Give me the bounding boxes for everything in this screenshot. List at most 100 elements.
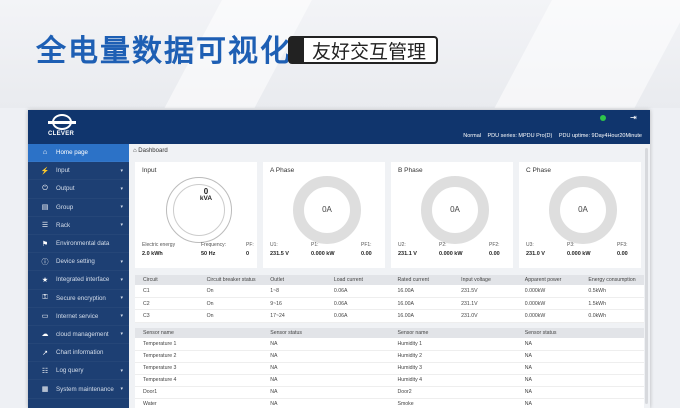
table-row: Temperature 3 NA Humidity 3 NA — [135, 362, 644, 375]
table-row: C1 On 1~8 0.06A 16.00A 231.5V 0.000kW 0.5kWh — [135, 285, 644, 298]
lightning-icon: ⚡ — [40, 167, 50, 175]
table-cell: C2 — [135, 297, 199, 311]
sidebar-item-label: Output — [56, 185, 75, 193]
sidebar-item-internet-service[interactable]: ▭ Internet service ▾ — [28, 308, 129, 326]
table-cell: 1~8 — [262, 285, 326, 298]
metric-value: 2.0 kWh — [142, 251, 163, 257]
sidebar-item-log-query[interactable]: ☷ Log query ▾ — [28, 362, 129, 381]
chevron-down-icon: ▾ — [120, 386, 123, 393]
sidebar-item-input[interactable]: ⚡ Input ▾ — [28, 162, 129, 181]
table-cell: On — [198, 297, 263, 311]
document-icon: ☷ — [41, 367, 49, 375]
sidebar-item-system-maintenance[interactable]: ▦ System maintenance ▾ — [28, 380, 129, 399]
sidebar-item-output[interactable]: ⏻ Output ▾ — [28, 180, 129, 199]
table-row: C2 On 9~16 0.06A 16.00A 231.1V 0.000kW 1.5kWh — [135, 297, 644, 311]
table-cell: NA — [516, 338, 644, 351]
phase-current: 0A — [578, 205, 588, 214]
lock-icon: ⚿ — [42, 294, 48, 302]
info-icon: ⓘ — [41, 258, 49, 266]
chevron-down-icon: ▾ — [120, 258, 123, 265]
table-row: Temperature 4 NA Humidity 4 NA — [135, 374, 644, 387]
metric-value: 0.000 kW — [439, 251, 463, 257]
table-cell: Humidity 1 — [389, 338, 517, 351]
table-cell: NA — [262, 338, 390, 351]
sidebar-item-integrated-interface[interactable]: ★ Integrated interface ▾ — [28, 271, 129, 290]
sidebar-item-rack[interactable]: ☰ Rack ▾ — [28, 217, 129, 235]
table-cell: 16.00A — [389, 297, 454, 311]
sidebar-item-device-setting[interactable]: ⓘ Device setting ▾ — [28, 253, 129, 272]
sidebar-item-home-page[interactable]: ⌂ Home page — [28, 144, 129, 163]
table-cell: 0.000kW — [516, 285, 581, 298]
sidebar-item-label: Group — [56, 203, 74, 211]
breadcrumb: ⌂ Dashboard — [133, 148, 168, 154]
logout-icon[interactable]: ⇥ — [630, 113, 637, 122]
chevron-down-icon: ▾ — [120, 204, 123, 211]
banner-tag-label: 友好交互管理 — [312, 40, 427, 63]
sidebar-item-group[interactable]: ▤ Group ▾ — [28, 199, 129, 217]
sidebar-item-cloud-management[interactable]: ☁ cloud management ▾ — [28, 326, 129, 345]
cloud-icon: ☁ — [41, 331, 49, 339]
sidebar-item-label: Home page — [56, 149, 88, 157]
table-cell: 231.0V — [453, 309, 517, 323]
input-gauge: 0 kVA — [166, 177, 232, 243]
sidebar-item-label: cloud management — [56, 330, 109, 338]
table-header-row: Sensor name Sensor status Sensor name Senso… — [135, 328, 644, 338]
table-cell: Temperature 3 — [135, 362, 263, 375]
chevron-down-icon: ▾ — [120, 295, 123, 302]
table-cell: NA — [262, 350, 390, 363]
table-cell: C1 — [135, 285, 199, 298]
chevron-down-icon: ▾ — [120, 367, 123, 374]
phase-current-ring: 0A — [549, 176, 617, 244]
input-card: Input 0 kVA Electric energy Frequency: P… — [135, 162, 257, 268]
table-cell: On — [198, 285, 263, 298]
table-cell: NA — [516, 350, 644, 363]
table-cell: NA — [262, 362, 390, 375]
chevron-down-icon: ▾ — [120, 222, 123, 229]
sidebar-item-chart-information[interactable]: ↗ Chart information — [28, 344, 129, 363]
main-content: ⌂ Dashboard Input 0 kVA Electric energy … — [129, 144, 650, 408]
metric-label: PF3: — [617, 242, 628, 248]
card-title: B Phase — [398, 167, 423, 174]
clever-logo: CLEVER — [48, 114, 78, 140]
metric-value: 0.00 — [361, 251, 372, 257]
phase-b-card: B Phase 0A U2: P2: PF2: 231.1 V 0.000 kW… — [391, 162, 513, 268]
status-mode: Normal — [463, 133, 481, 139]
metric-value: 0 — [246, 251, 250, 257]
phase-current-ring: 0A — [293, 176, 361, 244]
gauge-unit: kVA — [199, 195, 213, 202]
column-header: Sensor name — [389, 328, 517, 338]
banner-tag: 友好交互管理 — [288, 36, 439, 64]
metric-value: 231.0 V — [526, 251, 545, 257]
column-header: Energy consumption — [580, 275, 644, 285]
sidebar-item-label: Secure encryption — [56, 294, 106, 302]
table-cell: On — [198, 309, 263, 323]
grid-icon: ▦ — [41, 386, 49, 394]
table-row: Temperature 2 NA Humidity 2 NA — [135, 350, 644, 363]
sidebar-item-secure-encryption[interactable]: ⚿ Secure encryption ▾ — [28, 290, 129, 308]
column-header: Sensor name — [135, 328, 263, 338]
rack-icon: ☰ — [41, 222, 49, 230]
phase-current: 0A — [322, 205, 332, 214]
metric-value: 0.00 — [617, 251, 628, 257]
phase-current: 0A — [450, 205, 460, 214]
table-cell: NA — [262, 398, 390, 408]
table-cell: 16.00A — [389, 285, 454, 298]
metric-value: 50 Hz — [201, 251, 216, 257]
table-cell: Temperature 4 — [135, 374, 263, 387]
metric-label: U1: — [270, 242, 278, 248]
group-icon: ▤ — [41, 204, 49, 212]
column-header: Circuit breaker status — [198, 275, 263, 285]
chart-icon: ↗ — [42, 349, 48, 357]
metric-value: 231.5 V — [270, 251, 289, 257]
status-uptime: PDU uptime: 9Day4Hour20Minute — [558, 133, 642, 139]
sidebar-item-label: Input — [56, 167, 70, 175]
sidebar-item-label: Rack — [56, 221, 71, 229]
sensor-table: Sensor name Sensor status Sensor name Senso… — [135, 328, 644, 408]
sidebar-item-environmental-data[interactable]: ⚑ Environmental data — [28, 235, 129, 254]
table-cell: Temperature 2 — [135, 350, 263, 363]
vertical-scrollbar[interactable] — [645, 148, 648, 404]
table-cell: 0.06A — [325, 285, 390, 298]
chevron-down-icon: ▾ — [120, 313, 123, 320]
phase-a-card: A Phase 0A U1: P1: PF1: 231.5 V 0.000 kW… — [263, 162, 385, 268]
table-cell: NA — [516, 374, 644, 387]
